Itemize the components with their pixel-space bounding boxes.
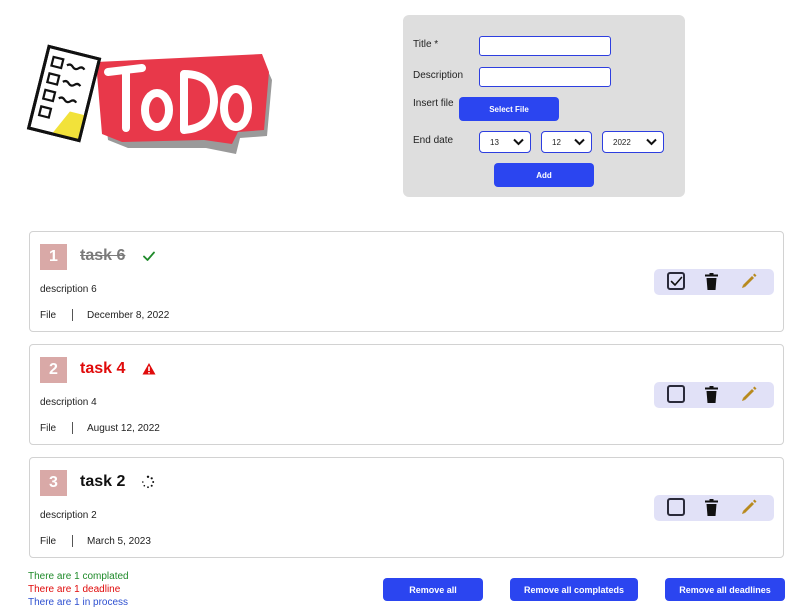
task-actions (654, 495, 774, 521)
pencil-icon[interactable] (740, 386, 757, 403)
task-card: 3 task 2 description 2 File March 5, 202… (29, 457, 784, 558)
divider (72, 309, 73, 321)
year-select[interactable]: 2022 (602, 131, 664, 153)
process-count: There are 1 in process (28, 597, 129, 608)
task-date: March 5, 2023 (87, 536, 151, 547)
trash-icon[interactable] (705, 386, 718, 403)
task-file-link[interactable]: File (40, 423, 56, 434)
remove-deadlines-button[interactable]: Remove all deadlines (665, 578, 785, 601)
warning-icon (142, 363, 156, 375)
task-title: task 2 (80, 473, 126, 490)
chevron-down-icon (513, 138, 524, 146)
task-actions (654, 269, 774, 295)
task-file-link[interactable]: File (40, 310, 56, 321)
remove-completed-button[interactable]: Remove all complateds (510, 578, 638, 601)
check-icon (143, 251, 155, 261)
deadline-count: There are 1 deadline (28, 584, 121, 595)
insert-file-label: Insert file (413, 98, 454, 109)
description-input[interactable] (479, 67, 611, 87)
task-number: 2 (40, 357, 67, 383)
task-description: description 6 (40, 284, 97, 295)
chevron-down-icon (646, 138, 657, 146)
day-select[interactable]: 13 (479, 131, 531, 153)
task-date: August 12, 2022 (87, 423, 160, 434)
description-label: Description (413, 70, 464, 81)
task-title: task 4 (80, 360, 126, 377)
checkmark-icon (670, 276, 683, 286)
spinner-icon (142, 475, 155, 489)
task-description: description 4 (40, 397, 97, 408)
add-button[interactable]: Add (494, 163, 594, 187)
chevron-down-icon (574, 138, 585, 146)
todo-logo (26, 44, 272, 156)
add-task-form: Title * Description Insert file Select F… (403, 15, 685, 197)
trash-icon[interactable] (705, 499, 718, 516)
task-description: description 2 (40, 510, 97, 521)
complete-checkbox[interactable] (667, 385, 685, 403)
end-date-label: End date (413, 135, 454, 146)
trash-icon[interactable] (705, 273, 718, 290)
divider (72, 422, 73, 434)
task-card: 1 task 6 description 6 File December 8, … (29, 231, 784, 332)
task-card: 2 task 4 description 4 File August 12, 2… (29, 344, 784, 445)
complete-checkbox[interactable] (667, 272, 685, 290)
task-date: December 8, 2022 (87, 310, 170, 321)
month-value: 12 (552, 137, 561, 147)
task-number: 1 (40, 244, 67, 270)
remove-all-button[interactable]: Remove all (383, 578, 483, 601)
task-title: task 6 (80, 247, 126, 264)
task-actions (654, 382, 774, 408)
completed-count: There are 1 complated (28, 571, 129, 582)
day-value: 13 (490, 137, 499, 147)
month-select[interactable]: 12 (541, 131, 592, 153)
task-number: 3 (40, 470, 67, 496)
title-label: Title * (413, 39, 439, 50)
pencil-icon[interactable] (740, 499, 757, 516)
year-value: 2022 (613, 137, 631, 147)
title-input[interactable] (479, 36, 611, 56)
select-file-button[interactable]: Select File (459, 97, 559, 121)
pencil-icon[interactable] (740, 273, 757, 290)
complete-checkbox[interactable] (667, 498, 685, 516)
divider (72, 535, 73, 547)
task-file-link[interactable]: File (40, 536, 56, 547)
